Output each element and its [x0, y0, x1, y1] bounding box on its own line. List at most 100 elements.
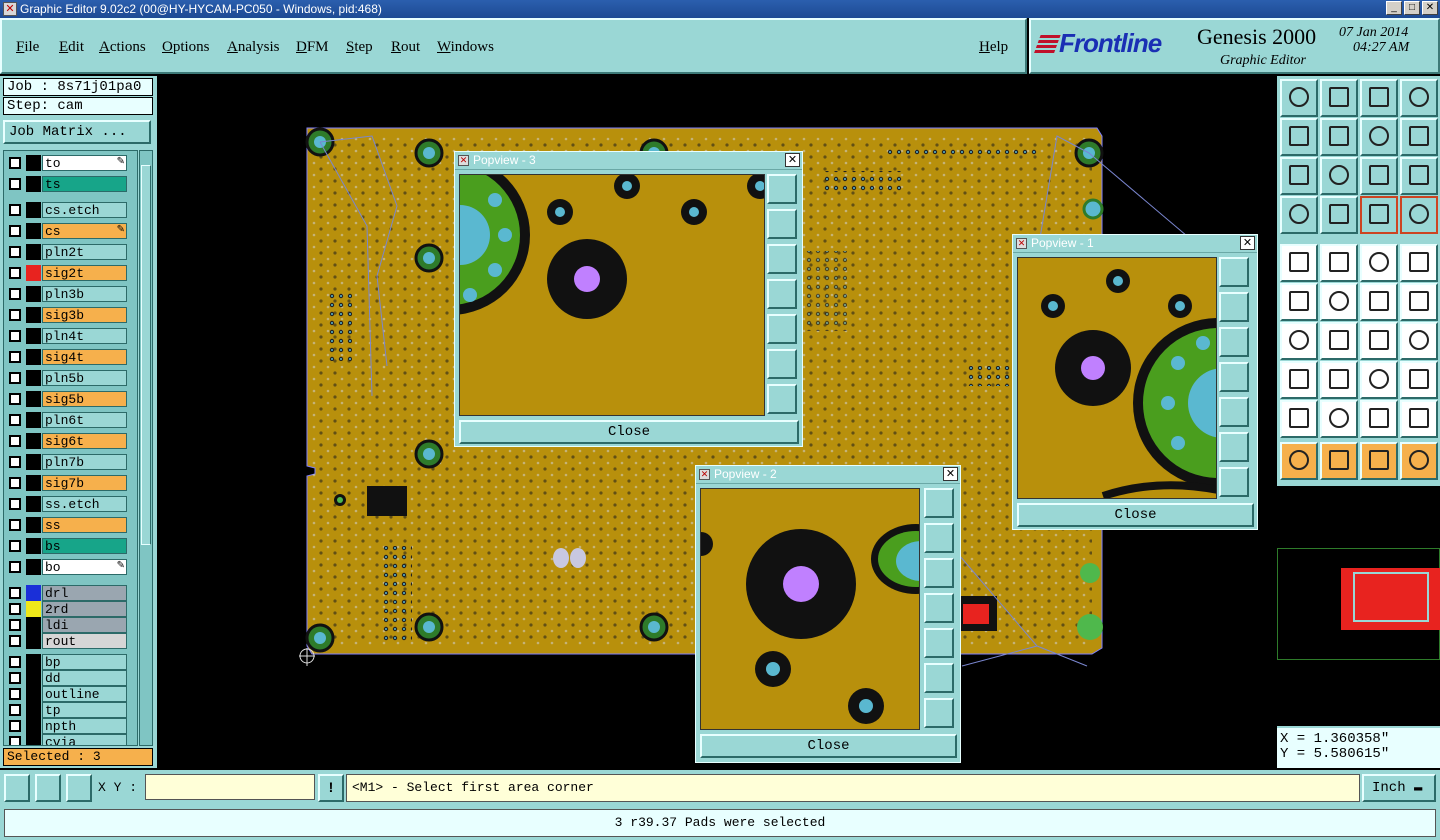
- help-query-button[interactable]: [1400, 157, 1438, 195]
- grid-button[interactable]: [66, 774, 92, 802]
- layer-row[interactable]: sig6t: [7, 433, 127, 449]
- connect-nodes-button[interactable]: [1280, 283, 1318, 321]
- layer-name[interactable]: ss.etch: [42, 496, 127, 512]
- pan-right-button[interactable]: [924, 628, 954, 658]
- menu-analysis[interactable]: Analysis: [227, 39, 280, 56]
- layer-checkbox[interactable]: [9, 519, 21, 531]
- layer-row[interactable]: sig3b: [7, 307, 127, 323]
- close-window-button[interactable]: ✕: [1422, 1, 1438, 15]
- layer-row[interactable]: pln6t: [7, 412, 127, 428]
- layer-name[interactable]: pln4t: [42, 328, 127, 344]
- layer-name[interactable]: rout: [42, 633, 127, 649]
- cross-mark-button[interactable]: [1320, 283, 1358, 321]
- snap-toggle-button[interactable]: [1280, 196, 1318, 234]
- layer-name[interactable]: ldi: [42, 617, 127, 633]
- layer-checkbox[interactable]: [9, 204, 21, 216]
- layer-row[interactable]: rout: [7, 633, 127, 649]
- zoom-in-button[interactable]: [767, 349, 797, 379]
- layer-name[interactable]: cs: [42, 223, 127, 239]
- layer-name[interactable]: sig5b: [42, 391, 127, 407]
- layer-checkbox[interactable]: [9, 635, 21, 647]
- layer-name[interactable]: pln2t: [42, 244, 127, 260]
- popview-2-view[interactable]: [700, 488, 920, 730]
- redraw-button[interactable]: [1400, 118, 1438, 156]
- zoom-home-button[interactable]: [924, 488, 954, 518]
- zoom-fit-button[interactable]: [1360, 79, 1398, 117]
- pan-down-button[interactable]: [767, 244, 797, 274]
- layer-row[interactable]: drl: [7, 585, 127, 601]
- layer-checkbox[interactable]: [9, 456, 21, 468]
- select-pad-button[interactable]: [1280, 244, 1318, 282]
- menu-options[interactable]: Options: [162, 39, 210, 56]
- triangle-a-button[interactable]: [1280, 400, 1318, 438]
- layer-row[interactable]: outline: [7, 686, 127, 702]
- popview-1-view[interactable]: [1017, 257, 1217, 499]
- pan-right-button[interactable]: [1219, 397, 1249, 427]
- layer-name[interactable]: pln5b: [42, 370, 127, 386]
- layer-name[interactable]: sig2t: [42, 265, 127, 281]
- pan-up-button[interactable]: [767, 209, 797, 239]
- undo-zoom-button[interactable]: [1360, 118, 1398, 156]
- pad-add-button[interactable]: [1280, 361, 1318, 399]
- triangle-b-button[interactable]: [1320, 400, 1358, 438]
- xy-input[interactable]: [145, 774, 315, 800]
- zoom-out-button[interactable]: [767, 384, 797, 414]
- layer-name[interactable]: tp: [42, 702, 127, 718]
- net-select-button[interactable]: [1400, 442, 1438, 480]
- split-view-button[interactable]: [1400, 79, 1438, 117]
- layer-name[interactable]: bo: [42, 559, 127, 575]
- scroll-thumb[interactable]: [141, 165, 151, 545]
- zoom-in-button[interactable]: [1219, 432, 1249, 462]
- layer-row[interactable]: sig2t: [7, 265, 127, 281]
- layer-row[interactable]: cs ✎: [7, 223, 127, 239]
- snap-button[interactable]: [4, 774, 30, 802]
- popview-1-titlebar[interactable]: ✕ Popview - 1 ✕: [1013, 235, 1257, 253]
- group-tool-button[interactable]: [1400, 361, 1438, 399]
- layer-row[interactable]: pln2t: [7, 244, 127, 260]
- layer-checkbox[interactable]: [9, 561, 21, 573]
- layer-checkbox[interactable]: [9, 351, 21, 363]
- layer-name[interactable]: dd: [42, 670, 127, 686]
- layer-checkbox[interactable]: [9, 587, 21, 599]
- layer-row[interactable]: 2rd: [7, 601, 127, 617]
- layer-checkbox[interactable]: [9, 736, 21, 745]
- layer-row[interactable]: to ✎: [7, 155, 127, 171]
- popview-1-close-button[interactable]: Close: [1017, 503, 1254, 527]
- layer-name[interactable]: to: [42, 155, 127, 171]
- layer-checkbox[interactable]: [9, 688, 21, 700]
- layer-row[interactable]: ss.etch: [7, 496, 127, 512]
- layer-row[interactable]: dd: [7, 670, 127, 686]
- layer-row[interactable]: pln4t: [7, 328, 127, 344]
- layer-checkbox[interactable]: [9, 225, 21, 237]
- maximize-button[interactable]: □: [1404, 1, 1420, 15]
- layer-checkbox[interactable]: [9, 477, 21, 489]
- menu-rout[interactable]: Rout: [391, 39, 420, 56]
- layer-row[interactable]: pln7b: [7, 454, 127, 470]
- layer-name[interactable]: outline: [42, 686, 127, 702]
- menu-edit[interactable]: Edit: [59, 39, 84, 56]
- layer-checkbox[interactable]: [9, 720, 21, 732]
- layer-name[interactable]: cs.etch: [42, 202, 127, 218]
- layer-a-button[interactable]: [1360, 196, 1398, 234]
- pan-right-button[interactable]: [1320, 118, 1358, 156]
- zoom-home-button[interactable]: [1219, 257, 1249, 287]
- layer-name[interactable]: drl: [42, 585, 127, 601]
- layer-name[interactable]: sig4t: [42, 349, 127, 365]
- select-box-button[interactable]: [1320, 442, 1358, 480]
- select-area-button[interactable]: [1400, 244, 1438, 282]
- layer-b-button[interactable]: [1400, 196, 1438, 234]
- popview-1-window[interactable]: ✕ Popview - 1 ✕ Close: [1012, 234, 1258, 530]
- layer-checkbox[interactable]: [9, 656, 21, 668]
- triangle-d-button[interactable]: [1400, 400, 1438, 438]
- layer-name[interactable]: pln3b: [42, 286, 127, 302]
- overview-viewport[interactable]: [1353, 572, 1429, 622]
- popview-2-close-button[interactable]: Close: [700, 734, 957, 758]
- layer-row[interactable]: sig7b: [7, 475, 127, 491]
- layer-row[interactable]: cvia: [7, 734, 127, 745]
- layer-name[interactable]: bs: [42, 538, 127, 554]
- layer-checkbox[interactable]: [9, 157, 21, 169]
- menu-step[interactable]: Step: [346, 39, 373, 56]
- layer-name[interactable]: npth: [42, 718, 127, 734]
- layer-row[interactable]: pln3b: [7, 286, 127, 302]
- layer-name[interactable]: 2rd: [42, 601, 127, 617]
